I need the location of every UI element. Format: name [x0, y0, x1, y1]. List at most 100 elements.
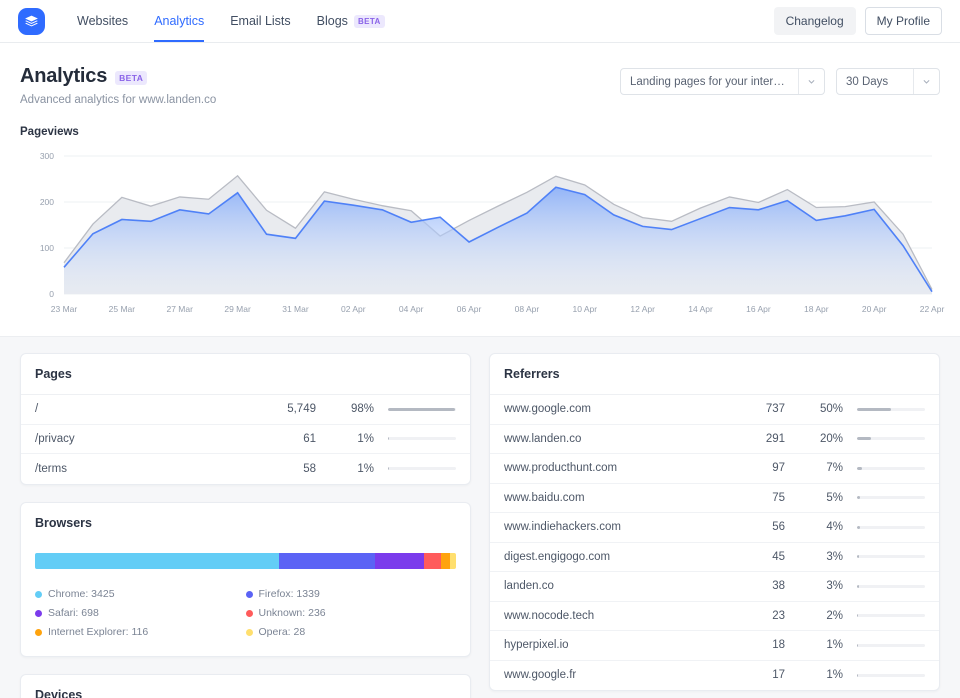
referrer-row-count: 56 [713, 521, 785, 533]
page-row-progress-bar [388, 408, 456, 411]
browsers-card-title: Browsers [21, 503, 470, 541]
chart-x-tick: 23 Mar [51, 304, 77, 314]
referrer-row[interactable]: www.google.com73750% [490, 395, 939, 425]
nav-item-analytics[interactable]: Analytics [154, 0, 204, 42]
chart-x-tick: 14 Apr [688, 304, 713, 314]
browser-legend-item: Safari: 698 [35, 604, 246, 623]
cards-grid: Pages /5,74998%/privacy611%/terms581% Br… [0, 337, 960, 698]
page-row[interactable]: /terms581% [21, 454, 470, 484]
referrer-row[interactable]: digest.engigogo.com453% [490, 543, 939, 573]
referrer-row-percent: 2% [785, 610, 843, 622]
hero-controls: Landing pages for your internet busin.. … [620, 65, 940, 95]
page-row-progress-bar [388, 467, 456, 470]
browser-legend-item: Unknown: 236 [246, 604, 457, 623]
nav-item-blogs[interactable]: Blogs BETA [317, 0, 385, 42]
referrer-row-name: www.nocode.tech [504, 610, 713, 622]
referrer-row[interactable]: hyperpixel.io181% [490, 631, 939, 661]
analytics-hero: Analytics BETA Advanced analytics for ww… [0, 43, 960, 337]
referrer-row-name: www.producthunt.com [504, 462, 713, 474]
referrers-card-title: Referrers [490, 354, 939, 395]
referrer-row-name: landen.co [504, 580, 713, 592]
nav-item-label: Blogs [317, 14, 348, 28]
referrer-row-percent: 50% [785, 403, 843, 415]
devices-card: Devices [20, 674, 471, 698]
nav-links: Websites Analytics Email Lists Blogs BET… [77, 0, 385, 42]
referrer-row-count: 23 [713, 610, 785, 622]
site-select[interactable]: Landing pages for your internet busin.. [620, 68, 825, 95]
pages-card-title: Pages [21, 354, 470, 395]
left-column: Pages /5,74998%/privacy611%/terms581% Br… [20, 353, 471, 698]
referrer-row-percent: 3% [785, 551, 843, 563]
chart-x-tick: 06 Apr [457, 304, 482, 314]
referrer-row-name: www.landen.co [504, 433, 713, 445]
page-row-name: /terms [35, 463, 244, 475]
changelog-button[interactable]: Changelog [774, 7, 856, 35]
my-profile-button[interactable]: My Profile [865, 7, 942, 35]
chart-x-tick: 04 Apr [399, 304, 424, 314]
nav-item-websites[interactable]: Websites [77, 0, 128, 42]
chart-x-tick: 20 Apr [862, 304, 887, 314]
page-row[interactable]: /privacy611% [21, 425, 470, 455]
chart-x-axis: 23 Mar25 Mar27 Mar29 Mar31 Mar02 Apr04 A… [20, 304, 940, 322]
referrer-row-count: 737 [713, 403, 785, 415]
referrer-row-count: 38 [713, 580, 785, 592]
browsers-card: Browsers Chrome: 3425 Firefox: 1339 Safari… [20, 502, 471, 657]
layers-logo-icon[interactable] [18, 8, 45, 35]
referrer-row-progress-bar [857, 585, 925, 588]
referrers-card: Referrers www.google.com73750%www.landen… [489, 353, 940, 691]
page-title-text: Analytics [20, 65, 107, 88]
browser-legend-label: Opera: 28 [259, 626, 306, 638]
referrer-row-name: digest.engigogo.com [504, 551, 713, 563]
referrer-row[interactable]: www.indiehackers.com564% [490, 513, 939, 543]
date-range-select-value: 30 Days [837, 76, 913, 88]
browser-legend-label: Chrome: 3425 [48, 588, 115, 600]
referrer-row[interactable]: www.google.fr171% [490, 661, 939, 691]
referrer-row-percent: 4% [785, 521, 843, 533]
date-range-select[interactable]: 30 Days [836, 68, 940, 95]
hero-header-row: Analytics BETA Advanced analytics for ww… [20, 65, 940, 106]
navbar-actions: Changelog My Profile [774, 7, 942, 35]
legend-dot-icon [246, 610, 253, 617]
chart-x-tick: 12 Apr [630, 304, 655, 314]
nav-item-label: Analytics [154, 14, 204, 28]
chart-x-tick: 08 Apr [515, 304, 540, 314]
chart-x-tick: 27 Mar [166, 304, 192, 314]
referrer-row[interactable]: www.landen.co29120% [490, 425, 939, 455]
legend-dot-icon [246, 591, 253, 598]
legend-dot-icon [35, 610, 42, 617]
referrer-row-count: 17 [713, 669, 785, 681]
referrer-row-percent: 5% [785, 492, 843, 504]
pageviews-chart: 0100200300 [20, 150, 940, 300]
referrer-row[interactable]: www.producthunt.com977% [490, 454, 939, 484]
nav-item-label: Email Lists [230, 14, 290, 28]
chevron-down-icon [913, 69, 939, 94]
chevron-down-icon [798, 69, 824, 94]
page-subtitle: Advanced analytics for www.landen.co [20, 94, 216, 106]
referrer-row[interactable]: www.nocode.tech232% [490, 602, 939, 632]
referrer-row[interactable]: www.baidu.com755% [490, 484, 939, 514]
browser-stack-segment [424, 553, 441, 569]
referrer-row[interactable]: landen.co383% [490, 572, 939, 602]
referrer-row-name: www.google.fr [504, 669, 713, 681]
browsers-legend: Chrome: 3425 Firefox: 1339 Safari: 698 Unkn… [21, 573, 470, 656]
browser-legend-item: Chrome: 3425 [35, 585, 246, 604]
chart-x-tick: 02 Apr [341, 304, 366, 314]
beta-badge: BETA [354, 15, 385, 28]
referrer-row-count: 18 [713, 639, 785, 651]
browser-legend-label: Internet Explorer: 116 [48, 626, 148, 638]
referrer-row-progress-bar [857, 496, 925, 499]
nav-item-email-lists[interactable]: Email Lists [230, 0, 290, 42]
chart-x-tick: 10 Apr [573, 304, 598, 314]
referrer-row-progress-bar [857, 614, 925, 617]
pages-list: /5,74998%/privacy611%/terms581% [21, 395, 470, 484]
referrer-row-progress-bar [857, 437, 925, 440]
site-select-value: Landing pages for your internet busin.. [621, 76, 798, 88]
referrer-row-name: hyperpixel.io [504, 639, 713, 651]
referrer-row-progress-bar [857, 526, 925, 529]
chart-x-tick: 16 Apr [746, 304, 771, 314]
browser-legend-item: Firefox: 1339 [246, 585, 457, 604]
page-row-percent: 98% [316, 403, 374, 415]
page-row-count: 58 [244, 463, 316, 475]
browser-legend-label: Safari: 698 [48, 607, 99, 619]
page-row[interactable]: /5,74998% [21, 395, 470, 425]
